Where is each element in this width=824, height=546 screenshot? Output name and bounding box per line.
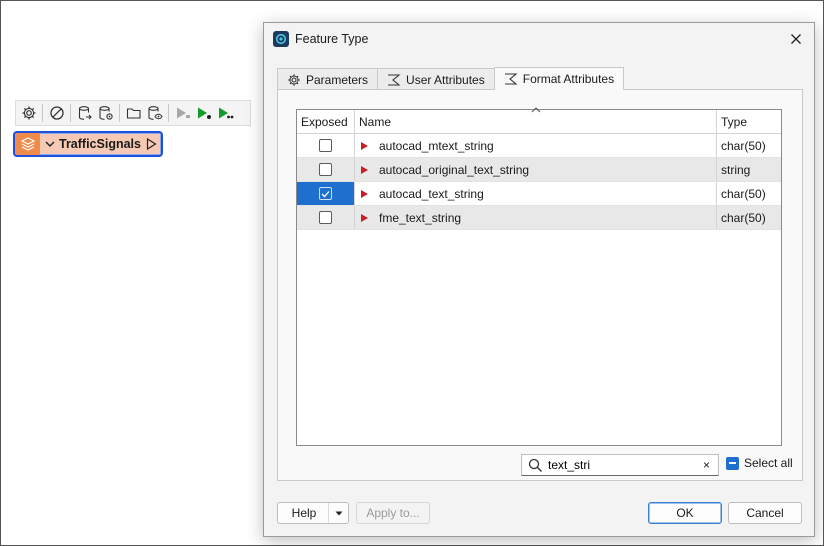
column-header-exposed[interactable]: Exposed — [297, 110, 355, 134]
exposed-cell[interactable] — [297, 182, 355, 205]
exposed-cell[interactable] — [297, 206, 355, 229]
attribute-marker-icon — [361, 165, 368, 174]
exposed-cell[interactable] — [297, 158, 355, 181]
name-cell: autocad_original_text_string — [355, 158, 717, 181]
tab-label: User Attributes — [406, 72, 485, 87]
table-header: Exposed Name Type — [297, 107, 781, 134]
table-row[interactable]: fme_text_string char(50) — [297, 206, 781, 230]
attributes-table: Exposed Name Type autocad_mtext_string c… — [296, 107, 782, 446]
attribute-type: string — [721, 162, 751, 177]
exposed-checkbox[interactable] — [319, 187, 332, 200]
toolbar-separator — [119, 104, 120, 122]
tab-user-attributes[interactable]: User Attributes — [377, 68, 495, 90]
feature-toolbar — [15, 100, 251, 126]
feature-type-node[interactable]: TrafficSignals — [13, 131, 163, 157]
toolbar-separator — [168, 104, 169, 122]
run-disabled-icon — [172, 103, 193, 124]
search-input[interactable] — [548, 458, 688, 472]
toolbar-separator — [70, 104, 71, 122]
dialog-title: Feature Type — [295, 32, 369, 46]
name-cell: autocad_mtext_string — [355, 134, 717, 157]
attribute-name: autocad_mtext_string — [379, 138, 494, 153]
database-settings-icon[interactable] — [95, 103, 116, 124]
disable-icon[interactable] — [46, 103, 67, 124]
tab-label: Format Attributes — [522, 72, 615, 86]
sort-ascending-icon — [531, 107, 541, 113]
run-icon[interactable] — [193, 103, 214, 124]
select-all-checkbox[interactable] — [726, 456, 739, 470]
attribute-type: char(50) — [721, 138, 766, 153]
dialog-tabs: Parameters User Attributes Format Attrib… — [277, 67, 625, 90]
chevron-down-icon[interactable] — [43, 140, 57, 148]
gear-icon — [288, 73, 300, 86]
feature-type-name: TrafficSignals — [59, 137, 141, 151]
sigma-icon — [504, 73, 518, 85]
search-icon — [524, 458, 546, 473]
apply-to-button[interactable]: Apply to... — [356, 502, 430, 524]
select-all-toggle[interactable]: Select all — [726, 456, 793, 470]
partial-check-icon — [729, 461, 736, 464]
exposed-checkbox[interactable] — [319, 163, 332, 176]
toolbar-separator — [42, 104, 43, 122]
tab-parameters[interactable]: Parameters — [277, 68, 379, 90]
filter-search-box: × — [521, 454, 719, 476]
exposed-cell[interactable] — [297, 134, 355, 157]
name-cell: autocad_text_string — [355, 182, 717, 205]
attribute-name: autocad_original_text_string — [379, 162, 530, 177]
sigma-icon — [388, 73, 401, 86]
gear-icon[interactable] — [18, 103, 39, 124]
database-export-icon[interactable] — [74, 103, 95, 124]
attribute-marker-icon — [361, 213, 368, 222]
table-row[interactable]: autocad_original_text_string string — [297, 158, 781, 182]
column-header-type[interactable]: Type — [717, 110, 781, 134]
table-row[interactable]: autocad_text_string char(50) — [297, 182, 781, 206]
attribute-type: char(50) — [721, 210, 766, 225]
close-icon[interactable] — [786, 29, 806, 49]
help-dropdown-arrow[interactable] — [328, 503, 348, 523]
ok-button[interactable]: OK — [648, 502, 722, 524]
run-to-icon[interactable] — [214, 103, 235, 124]
layers-icon — [16, 133, 40, 155]
format-attributes-pane: Exposed Name Type autocad_mtext_string c… — [277, 89, 803, 481]
attribute-type: char(50) — [721, 186, 766, 201]
clear-search-icon[interactable]: × — [703, 458, 710, 472]
name-cell: fme_text_string — [355, 206, 717, 229]
exposed-checkbox[interactable] — [319, 139, 332, 152]
attribute-marker-icon — [361, 189, 368, 198]
column-header-name[interactable]: Name — [355, 110, 717, 134]
select-all-label: Select all — [744, 456, 793, 470]
table-row[interactable]: autocad_mtext_string char(50) — [297, 134, 781, 158]
help-button[interactable]: Help — [277, 502, 349, 524]
attribute-marker-icon — [361, 141, 368, 150]
caret-down-icon — [335, 511, 342, 515]
attribute-name: fme_text_string — [379, 210, 462, 225]
help-button-label: Help — [291, 506, 317, 520]
dialog-titlebar[interactable]: Feature Type — [264, 23, 814, 55]
feature-type-dialog: Feature Type Parameters User Attributes … — [263, 22, 815, 537]
fme-app-icon — [273, 31, 289, 47]
tab-format-attributes[interactable]: Format Attributes — [493, 67, 625, 90]
folder-open-icon[interactable] — [123, 103, 144, 124]
inspect-icon[interactable] — [144, 103, 165, 124]
attribute-name: autocad_text_string — [379, 186, 484, 201]
cancel-button[interactable]: Cancel — [728, 502, 802, 524]
play-outline-icon[interactable] — [143, 138, 159, 150]
checkmark-icon — [321, 190, 330, 197]
exposed-checkbox[interactable] — [319, 211, 332, 224]
tab-label: Parameters — [306, 72, 369, 87]
application-canvas: TrafficSignals Feature Type Parameters U… — [0, 0, 824, 546]
